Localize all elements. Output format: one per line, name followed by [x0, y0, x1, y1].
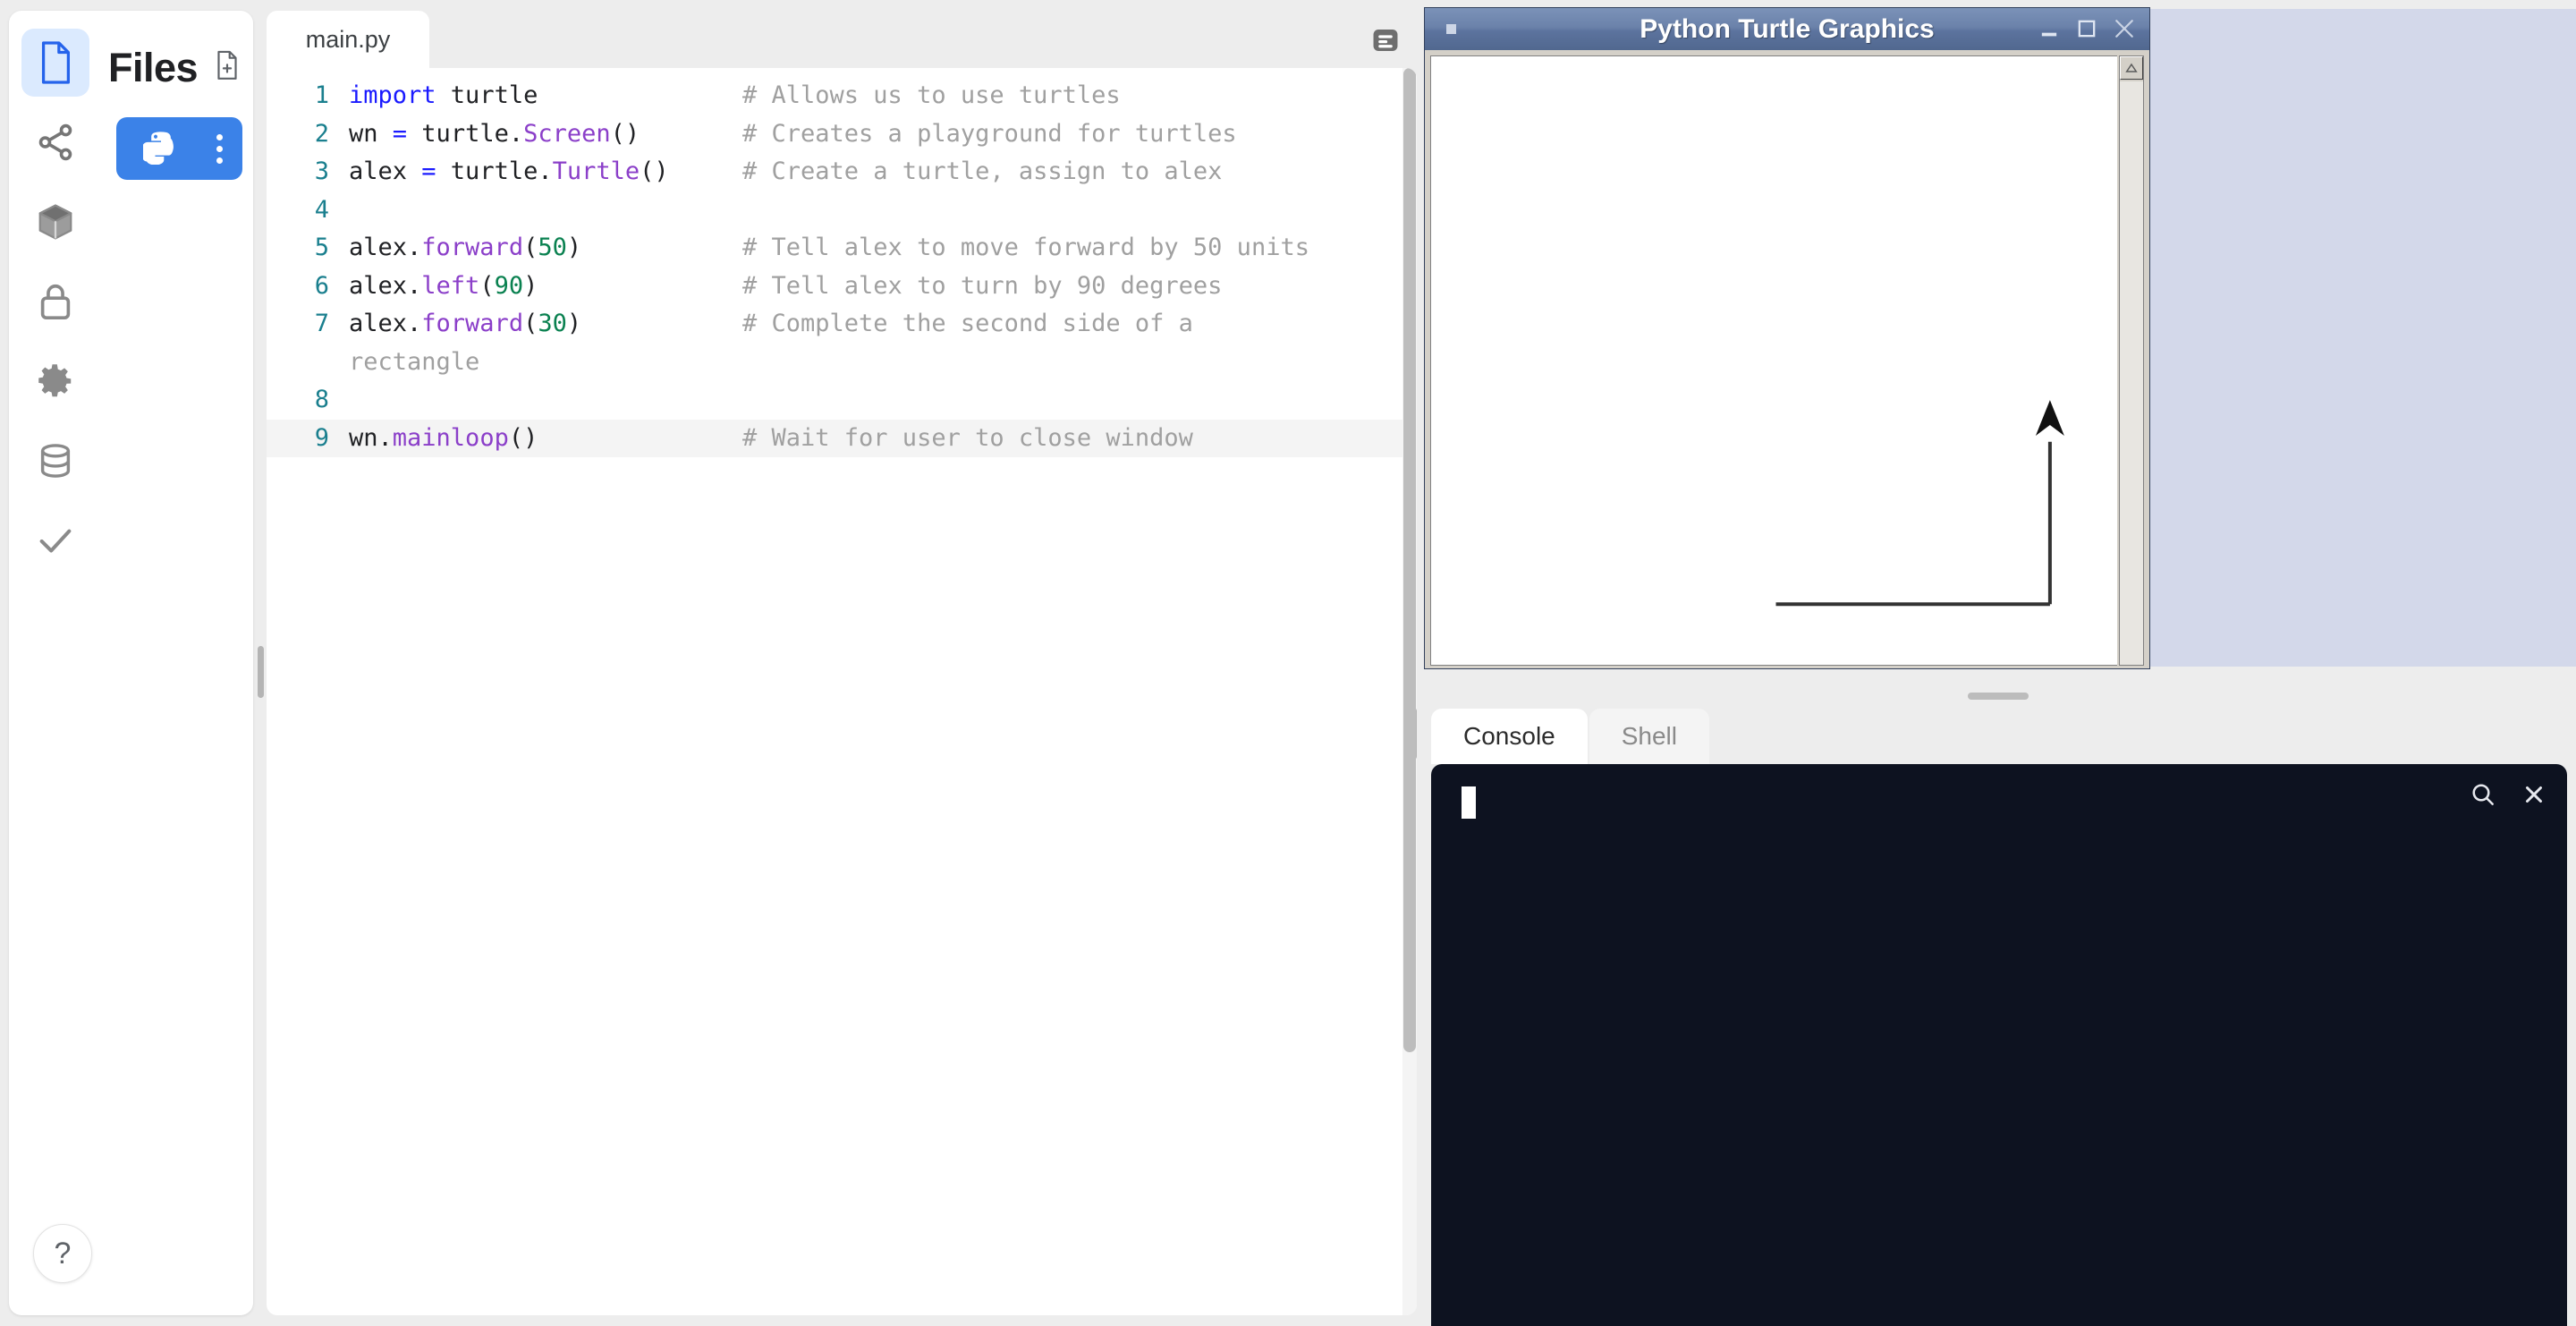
code-line[interactable]: 1 import turtle # Allows us to use turtles	[267, 77, 1417, 115]
question-mark-icon: ?	[54, 1236, 72, 1271]
tab-console[interactable]: Console	[1431, 709, 1588, 764]
editor-scrollbar[interactable]	[1402, 68, 1417, 1315]
scroll-up-arrow-icon[interactable]	[2120, 56, 2143, 80]
panel-resize-grip[interactable]	[1968, 693, 2029, 700]
turtle-drawing	[1775, 400, 2064, 607]
line-code: rectangle	[349, 347, 480, 376]
line-number: 3	[314, 157, 329, 185]
files-header: Files	[103, 39, 253, 95]
line-number: 6	[314, 271, 329, 300]
file-entry-main-py[interactable]	[115, 117, 242, 180]
line-number: 4	[314, 195, 329, 224]
right-panel: Python Turtle Graphics Console Shell	[1422, 0, 2576, 1326]
desktop-background	[2143, 9, 2576, 667]
line-code: wn = turtle.Screen()	[349, 119, 640, 148]
line-comment: # Tell alex to turn by 90 degrees	[742, 271, 1223, 300]
cube-icon	[35, 201, 76, 242]
lock-icon	[36, 281, 75, 322]
line-code: alex.left(90)	[349, 271, 538, 300]
sidebar-item-database[interactable]	[21, 427, 89, 495]
help-button[interactable]: ?	[33, 1224, 92, 1283]
line-comment: # Creates a playground for turtles	[742, 119, 1237, 148]
code-line[interactable]: 4	[267, 191, 1417, 230]
line-number: 8	[314, 386, 329, 413]
line-number: 5	[314, 234, 329, 261]
maximize-icon[interactable]	[2069, 12, 2105, 46]
code-line[interactable]: 8	[267, 381, 1417, 420]
line-code: alex.forward(50)	[349, 234, 582, 261]
turtle-window-titlebar[interactable]: Python Turtle Graphics	[1425, 8, 2149, 50]
sidebar-item-packages[interactable]	[21, 188, 89, 256]
line-number: 1	[314, 81, 329, 109]
editor-tabbar: main.py	[267, 11, 1417, 68]
turtle-canvas[interactable]	[1430, 55, 2117, 666]
tab-console-label: Console	[1463, 722, 1555, 750]
sidebar-item-secrets[interactable]	[21, 268, 89, 336]
line-number: 9	[314, 423, 329, 452]
sidebar-item-files[interactable]	[21, 29, 90, 97]
files-panel: Files	[103, 11, 253, 1315]
line-comment: # Wait for user to close window	[742, 423, 1193, 452]
editor-body[interactable]: 1 import turtle # Allows us to use turtles…	[267, 68, 1417, 1315]
code-line[interactable]: 6 alex.left(90) # Tell alex to turn by 90 …	[267, 268, 1417, 306]
code-content[interactable]: 1 import turtle # Allows us to use turtles…	[267, 68, 1417, 1315]
console-cursor	[1462, 786, 1476, 819]
files-title: Files	[107, 44, 199, 90]
editor-scrollbar-thumb[interactable]	[1403, 68, 1416, 1052]
line-comment: # Create a turtle, assign to alex	[742, 157, 1223, 185]
line-comment: # Tell alex to move forward by 50 units	[742, 234, 1309, 261]
turtle-cursor-icon	[2035, 400, 2064, 436]
sidebar-item-tests[interactable]	[21, 506, 89, 574]
code-line[interactable]: 5 alex.forward(50) # Tell alex to move for…	[267, 229, 1417, 268]
code-line[interactable]: 7 alex.forward(30) # Complete the second s…	[267, 305, 1417, 344]
console-toolbar	[2469, 780, 2547, 809]
editor-panel: main.py 1 import turtle # Allows us to use…	[267, 11, 1417, 1315]
console-output[interactable]	[1431, 764, 2567, 1326]
line-code: alex = turtle.Turtle()	[349, 157, 669, 185]
line-code: wn.mainloop()	[349, 423, 538, 452]
turtle-window-controls	[2031, 12, 2142, 46]
tab-label: main.py	[305, 25, 391, 53]
check-icon	[35, 520, 76, 561]
sidebar-item-version-control[interactable]	[21, 108, 89, 176]
sidebar-item-settings[interactable]	[21, 347, 89, 415]
editor-resize-handle[interactable]	[1416, 708, 1417, 760]
code-line[interactable]: 2 wn = turtle.Screen() # Creates a playgro…	[267, 115, 1417, 154]
tab-shell[interactable]: Shell	[1589, 709, 1709, 764]
code-line[interactable]: rectangle	[267, 344, 1417, 382]
turtle-graphics-window[interactable]: Python Turtle Graphics	[1424, 7, 2150, 669]
line-comment: # Allows us to use turtles	[742, 81, 1121, 109]
ide-root: ? Files main.py 1 import turtle # Allows…	[0, 0, 2576, 1326]
line-number: 2	[314, 119, 329, 148]
console-tabs: Console Shell	[1431, 709, 1709, 764]
line-code: alex.forward(30)	[349, 310, 582, 337]
turtle-scrollbar-track[interactable]	[2120, 81, 2143, 665]
python-icon	[141, 129, 179, 169]
minimize-icon[interactable]	[2031, 12, 2067, 46]
system-menu-icon[interactable]	[1439, 18, 1462, 41]
file-icon	[35, 39, 76, 86]
sidebar-resize-handle[interactable]	[258, 646, 264, 698]
code-line[interactable]: 3 alex = turtle.Turtle() # Create a turtle…	[267, 153, 1417, 191]
line-comment: # Complete the second side of a	[742, 310, 1193, 337]
search-icon[interactable]	[2469, 780, 2497, 809]
left-panel: ? Files	[9, 11, 253, 1315]
kebab-menu-icon[interactable]	[216, 133, 223, 164]
turtle-vertical-scrollbar[interactable]	[2119, 55, 2144, 666]
console-panel: Console Shell	[1422, 680, 2576, 1326]
close-icon[interactable]	[2106, 12, 2142, 46]
line-code: import turtle	[349, 81, 538, 109]
tab-main-py[interactable]: main.py	[267, 11, 429, 68]
line-number: 7	[314, 310, 329, 337]
new-file-icon[interactable]	[214, 50, 241, 85]
format-lines-icon[interactable]	[1367, 21, 1404, 59]
gear-icon	[35, 361, 76, 402]
close-icon[interactable]	[2521, 781, 2547, 808]
share-icon	[35, 122, 76, 163]
turtle-canvas-area	[1428, 54, 2148, 667]
tab-shell-label: Shell	[1621, 722, 1677, 750]
icon-rail: ?	[9, 11, 103, 1315]
database-icon	[35, 440, 76, 481]
code-line[interactable]: 9 wn.mainloop() # Wait for user to close w…	[267, 419, 1417, 457]
